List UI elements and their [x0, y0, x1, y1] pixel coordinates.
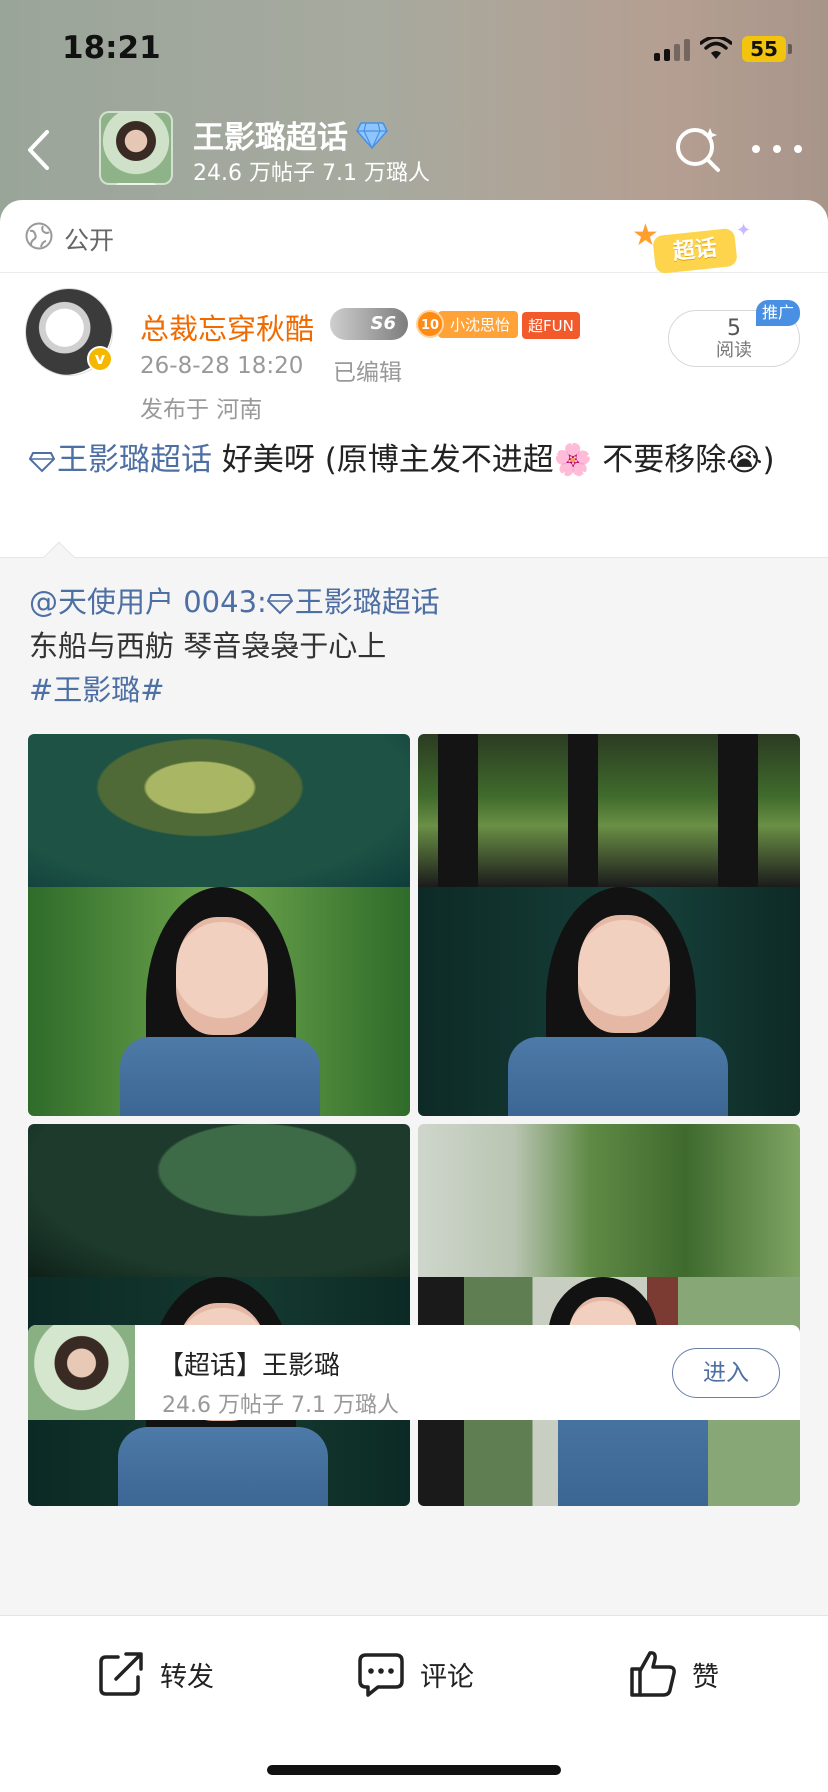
diamond-icon [266, 594, 293, 615]
super-topic-stats: 24.6 万帖子 7.1 万璐人 [162, 1393, 399, 1418]
search-icon [676, 128, 720, 172]
visibility-label: 公开 [64, 226, 115, 255]
reads-label: 阅读 [716, 340, 752, 361]
image-3[interactable] [28, 1124, 410, 1506]
image-4[interactable] [418, 1124, 800, 1506]
sparkle-icon: ✦ [736, 220, 752, 241]
topic-title[interactable]: 王影璐超话 [193, 112, 388, 157]
mention-link[interactable]: @天使用户 0043: [29, 585, 267, 619]
like-label: 赞 [692, 1661, 719, 1693]
battery-level: 55 [742, 36, 786, 62]
share-icon [99, 1652, 143, 1696]
super-topic-title: 【超话】王影璐 [158, 1351, 341, 1381]
post-text: 王影璐超话 好美呀 (原博主发不进超🌸 不要移除😭) [29, 438, 799, 483]
more-button[interactable] [752, 132, 802, 166]
status-time: 18:21 [62, 30, 161, 66]
comment-label: 评论 [420, 1661, 474, 1693]
repost-notch [43, 541, 75, 573]
topic-link[interactable]: 王影璐超话 [29, 442, 212, 478]
more-dot [773, 145, 781, 153]
topic-title-text: 王影璐超话 [193, 120, 348, 156]
repost-button[interactable]: 转发 [96, 1646, 214, 1702]
topic-stats: 24.6 万帖子 7.1 万璐人 [193, 161, 430, 186]
post-location: 发布于 河南 [140, 397, 263, 423]
image-2[interactable] [418, 734, 800, 1116]
superfun-badge[interactable]: 超FUN [522, 312, 580, 339]
more-dot [794, 145, 802, 153]
repost-topic-text: 王影璐超话 [294, 585, 440, 619]
signal-icon [654, 37, 690, 61]
author-avatar[interactable]: v [25, 288, 113, 376]
chevron-left-icon [28, 130, 49, 170]
post-time: 26-8-28 18:20 [140, 353, 304, 379]
visibility-row: 公开 ★ 超话 ✦ [0, 200, 828, 275]
globe-icon [25, 222, 53, 250]
edited-label[interactable]: 已编辑 [333, 353, 402, 387]
fan-badge-label: 小沈思怡 [438, 310, 519, 338]
topic-link-text: 王影璐超话 [57, 442, 212, 478]
back-button[interactable] [18, 122, 58, 178]
battery-icon: 55 [742, 36, 792, 62]
comment-button[interactable]: 评论 [356, 1646, 474, 1702]
enter-button[interactable]: 进入 [672, 1348, 780, 1398]
thumbs-up-icon [630, 1651, 676, 1697]
repost-line: 东船与西舫 琴音袅袅于心上 [29, 629, 387, 663]
author-name[interactable]: 总裁忘穿秋酷 [140, 306, 314, 348]
reposted-content[interactable]: @天使用户 0043: 王影璐超话 东船与西舫 琴音袅袅于心上 #王影璐# [0, 541, 828, 1620]
wifi-icon [700, 37, 732, 59]
action-bar: 转发 评论 赞 [0, 1615, 828, 1792]
repost-label: 转发 [160, 1661, 214, 1693]
fan-level: 10 [416, 310, 444, 338]
promo-tag[interactable]: 推广 [756, 300, 800, 326]
repost-topic-link[interactable]: 王影璐超话 [266, 585, 440, 619]
image-1[interactable] [28, 734, 410, 1116]
comment-icon [358, 1653, 404, 1697]
home-indicator[interactable] [267, 1765, 561, 1775]
fan-badge[interactable]: 10 小沈思怡 [416, 310, 519, 338]
diamond-badge-icon [356, 121, 388, 149]
hashtag-link[interactable]: #王影璐# [29, 673, 165, 707]
more-dot [752, 145, 760, 153]
super-topic-card[interactable]: 【超话】王影璐 24.6 万帖子 7.1 万璐人 进入 [28, 1325, 800, 1420]
chaohua-badge-label: 超话 [652, 227, 738, 275]
status-icons: 55 [654, 34, 792, 64]
rank-badge[interactable]: S6 [330, 308, 408, 340]
chaohua-badge: ★ 超话 ✦ [632, 218, 762, 278]
super-topic-avatar [28, 1325, 135, 1420]
search-button[interactable] [672, 124, 724, 176]
topic-header: 18:21 55 王影璐超话 24.6 万帖子 7.1 万璐人 [0, 0, 828, 230]
like-button[interactable]: 赞 [628, 1646, 719, 1702]
verified-icon: v [87, 346, 113, 372]
repost-text: @天使用户 0043: 王影璐超话 东船与西舫 琴音袅袅于心上 #王影璐# [29, 580, 799, 712]
diamond-icon [29, 452, 55, 473]
post-body: 好美呀 (原博主发不进超🌸 不要移除😭) [212, 442, 775, 478]
topic-avatar[interactable] [99, 111, 173, 185]
